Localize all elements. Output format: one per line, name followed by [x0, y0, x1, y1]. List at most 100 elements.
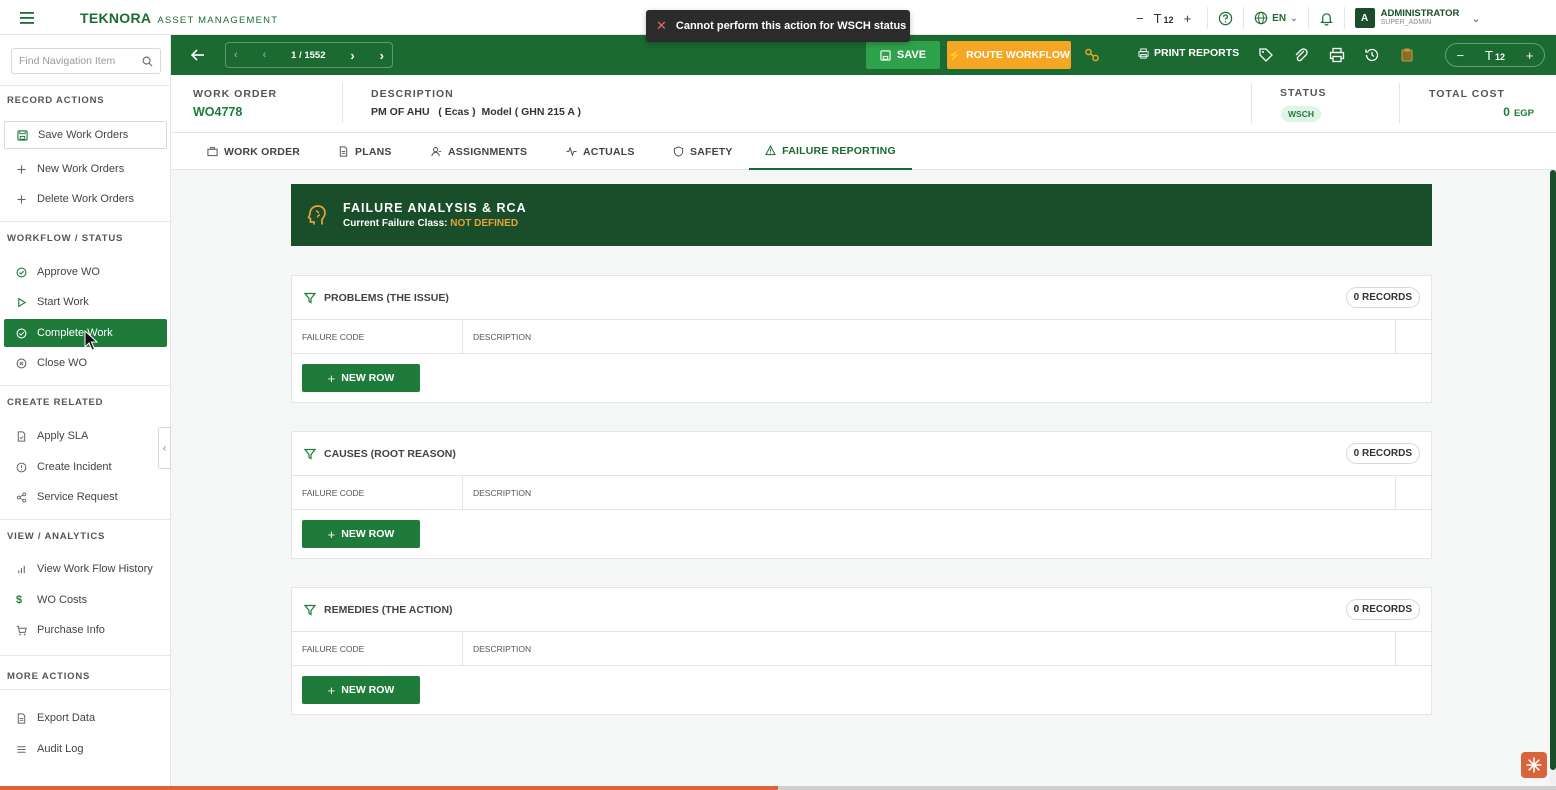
column-header-failure-code[interactable]: FAILURE CODE	[292, 476, 462, 510]
plus-icon	[17, 164, 26, 174]
divider	[0, 655, 170, 656]
dollar-icon: $	[16, 593, 23, 606]
column-header-description[interactable]: DESCRIPTION	[463, 320, 1363, 354]
scrollbar-thumb[interactable]	[1550, 170, 1556, 770]
tag-icon[interactable]	[1258, 47, 1274, 63]
section-title-more-actions: MORE ACTIONS	[7, 671, 91, 682]
sidebar-item-wo-costs[interactable]: $ WO Costs	[4, 586, 167, 614]
divider	[1395, 476, 1396, 510]
tab-plans[interactable]: PLANS	[338, 133, 392, 170]
next-record-icon[interactable]: ›	[350, 48, 354, 63]
total-cost-value: 0	[1503, 105, 1510, 119]
language-selector[interactable]: EN ⌄	[1254, 11, 1298, 25]
font-decrease-button[interactable]: −	[1456, 48, 1464, 63]
language-code: EN	[1272, 12, 1287, 24]
record-pager: ‹ ‹ 1 / 1552 › ›	[225, 42, 393, 68]
new-row-button[interactable]: + NEW ROW	[302, 520, 420, 548]
paperclip-icon[interactable]	[1293, 47, 1309, 63]
font-increase-button[interactable]: +	[1526, 48, 1534, 63]
search-icon[interactable]	[142, 56, 153, 67]
description-label: DESCRIPTION	[371, 88, 454, 100]
column-header-description[interactable]: DESCRIPTION	[463, 476, 1363, 510]
pager-total: 1552	[304, 49, 326, 61]
bottom-progress-bar	[0, 786, 1556, 790]
assistant-icon[interactable]	[1521, 752, 1547, 778]
lightning-icon: ⚡	[948, 49, 962, 62]
bell-icon[interactable]	[1319, 11, 1334, 26]
tab-label: PLANS	[355, 145, 392, 158]
nav-search-input[interactable]	[19, 55, 134, 67]
new-row-label: NEW ROW	[341, 372, 395, 384]
hamburger-menu-icon[interactable]	[18, 9, 38, 27]
last-record-icon[interactable]: ›	[380, 48, 384, 63]
brand-subtitle: ASSET MANAGEMENT	[157, 15, 279, 26]
sidebar-item-create-incident[interactable]: Create Incident	[4, 453, 167, 481]
sidebar-item-apply-sla[interactable]: Apply SLA	[4, 422, 167, 450]
column-header-description[interactable]: DESCRIPTION	[463, 632, 1363, 666]
prev-record-icon[interactable]: ‹	[263, 49, 267, 61]
panel-header: REMEDIES (THE ACTION) 0 RECORDS	[292, 588, 1431, 632]
column-header-failure-code[interactable]: FAILURE CODE	[292, 320, 462, 354]
wo-number: WO4778	[193, 105, 243, 119]
link-icon[interactable]	[1084, 47, 1100, 63]
tab-label: FAILURE REPORTING	[782, 144, 896, 157]
tab-safety[interactable]: SAFETY	[673, 133, 733, 170]
user-menu[interactable]: A ADMINISTRATOR SUPER_ADMIN ⌄	[1354, 8, 1481, 28]
divider	[0, 385, 170, 386]
sidebar-item-start-work[interactable]: Start Work	[4, 288, 167, 316]
panel-header: CAUSES (ROOT REASON) 0 RECORDS	[292, 432, 1431, 476]
sidebar-item-purchase-info[interactable]: Purchase Info	[4, 616, 167, 644]
sidebar-item-save-work-orders[interactable]: Save Work Orders	[4, 121, 167, 149]
filter-icon[interactable]	[304, 292, 316, 304]
sidebar-item-audit-log[interactable]: Audit Log	[4, 735, 167, 763]
filter-icon[interactable]	[304, 448, 316, 460]
failure-reporting-content: FAILURE ANALYSIS & RCA Current Failure C…	[171, 170, 1550, 785]
brain-icon	[307, 205, 326, 225]
sidebar-collapse-handle[interactable]: ‹	[158, 427, 171, 469]
toast-close-icon[interactable]: ✕	[656, 18, 667, 34]
rca-banner: FAILURE ANALYSIS & RCA Current Failure C…	[291, 184, 1432, 246]
first-record-icon[interactable]: ‹	[234, 49, 238, 61]
wo-label: WORK ORDER	[193, 88, 278, 100]
brand-logo[interactable]: TEKNORA ASSET MANAGEMENT	[80, 10, 278, 26]
new-row-button[interactable]: + NEW ROW	[302, 676, 420, 704]
pager-current: 1	[291, 49, 297, 61]
sidebar-item-delete-work-orders[interactable]: Delete Work Orders	[4, 185, 167, 213]
table-header: FAILURE CODE DESCRIPTION	[292, 632, 1431, 666]
sidebar-item-label: Apply SLA	[37, 430, 89, 442]
back-arrow-icon[interactable]	[189, 46, 207, 64]
font-decrease-button[interactable]: −	[1130, 11, 1150, 26]
sidebar-item-export-data[interactable]: Export Data	[4, 704, 167, 732]
sidebar-item-close-wo[interactable]: Close WO	[4, 349, 167, 377]
new-row-button[interactable]: + NEW ROW	[302, 364, 420, 392]
tab-assignments[interactable]: ASSIGNMENTS	[431, 133, 527, 170]
tab-actuals[interactable]: ACTUALS	[566, 133, 635, 170]
bar-chart-icon	[18, 565, 25, 573]
help-icon[interactable]	[1218, 11, 1233, 26]
tab-label: WORK ORDER	[224, 145, 301, 158]
document-icon	[17, 430, 26, 442]
share-icon	[16, 491, 27, 503]
tab-work-order[interactable]: WORK ORDER	[207, 133, 300, 170]
print-icon[interactable]	[1329, 47, 1345, 63]
brand-name: TEKNORA	[80, 10, 152, 26]
font-increase-button[interactable]: +	[1178, 11, 1198, 26]
filter-icon[interactable]	[304, 604, 316, 616]
sidebar-item-approve-wo[interactable]: Approve WO	[4, 258, 167, 286]
plus-icon: +	[327, 370, 336, 386]
print-reports-button[interactable]: PRINT REPORTS	[1138, 47, 1239, 59]
column-header-failure-code[interactable]: FAILURE CODE	[292, 632, 462, 666]
route-workflow-button[interactable]: ⚡ ROUTE WORKFLOW	[947, 41, 1071, 69]
sidebar-item-new-work-orders[interactable]: New Work Orders	[4, 155, 167, 183]
total-cost-label: TOTAL COST	[1429, 88, 1505, 100]
tab-failure-reporting[interactable]: FAILURE REPORTING	[749, 133, 912, 170]
clipboard-icon[interactable]	[1399, 47, 1415, 63]
panel-title: PROBLEMS (THE ISSUE)	[324, 291, 449, 304]
sidebar-item-service-request[interactable]: Service Request	[4, 483, 167, 511]
plus-icon: +	[327, 526, 336, 542]
history-icon[interactable]	[1364, 47, 1380, 63]
font-size-value: 12	[1494, 51, 1505, 62]
chevron-down-icon: ⌄	[1290, 12, 1298, 23]
save-button[interactable]: SAVE	[866, 41, 940, 69]
sidebar-item-work-flow-history[interactable]: View Work Flow History	[4, 555, 167, 583]
